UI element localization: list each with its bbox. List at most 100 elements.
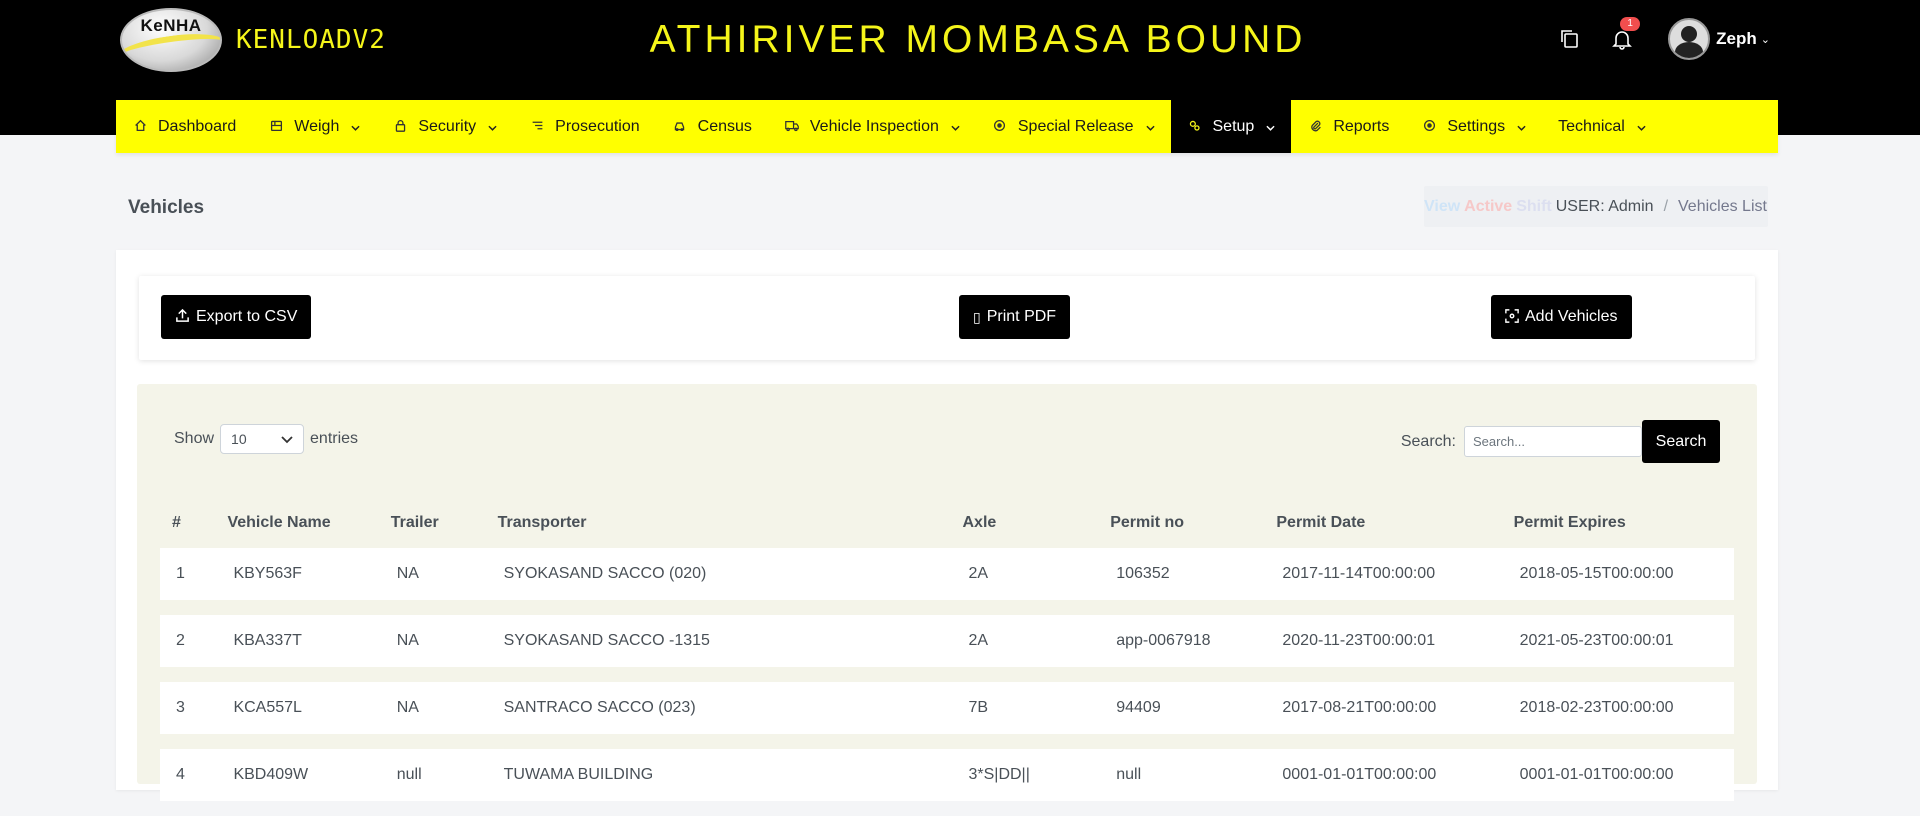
chevron-down-icon — [281, 431, 293, 447]
column-header[interactable]: Vehicle Name — [215, 513, 378, 533]
search-input[interactable] — [1464, 426, 1642, 457]
pdf-icon: ▯ — [973, 308, 981, 325]
nav-item-label: Technical — [1558, 117, 1625, 135]
car-icon — [672, 119, 688, 135]
table-cell: 3*S|DD|| — [950, 749, 1099, 801]
nav-item-label: Settings — [1447, 117, 1506, 135]
table-cell: NA — [378, 615, 486, 667]
table-cell: 2021-05-23T00:00:01 — [1501, 615, 1734, 667]
nav-item-setup[interactable]: Setup — [1170, 100, 1292, 153]
column-header[interactable]: Permit Expires — [1502, 513, 1734, 533]
show-label: Show — [174, 430, 215, 447]
table-row[interactable]: 3 KCA557L NA SANTRACO SACCO (023) 7B 94409 201… — [160, 682, 1734, 734]
column-header[interactable]: Permit Date — [1264, 513, 1501, 533]
nav-item-vehicle-inspection[interactable]: Vehicle Inspection — [768, 100, 976, 153]
table-cell: KBD409W — [215, 749, 379, 801]
notification-bell-icon[interactable]: 1 — [1602, 17, 1642, 57]
table-row[interactable]: 1 KBY563F NA SYOKASAND SACCO (020) 2A 106352 2… — [160, 548, 1734, 600]
table-cell: TUWAMA BUILDING — [485, 749, 951, 801]
table-cell: 7B — [950, 682, 1099, 734]
table-row[interactable]: 2 KBA337T NA SYOKASAND SACCO -1315 2A app-006… — [160, 615, 1734, 667]
column-header[interactable]: Trailer — [379, 513, 486, 533]
table-cell: 2017-11-14T00:00:00 — [1264, 548, 1502, 600]
entries-label: entries — [310, 430, 359, 447]
list-icon — [529, 119, 545, 135]
nav-item-label: Prosecution — [555, 117, 640, 135]
table-cell: 3 — [160, 682, 216, 734]
table-cell: null — [1098, 749, 1265, 801]
chevron-down-icon — [1145, 120, 1155, 134]
breadcrumb-faded-active[interactable]: Active — [1464, 198, 1512, 216]
chevron-down-icon — [1517, 120, 1526, 134]
lock-icon — [392, 119, 408, 135]
table-cell: 4 — [160, 749, 216, 801]
table-cell: 2018-05-15T00:00:00 — [1501, 548, 1734, 600]
breadcrumb-current: Vehicles List — [1678, 197, 1767, 215]
breadcrumb-faded-view[interactable]: View — [1424, 198, 1460, 216]
notification-badge: 1 — [1620, 17, 1641, 31]
search-control: Search: Search — [1401, 420, 1720, 463]
nav-item-technical[interactable]: Technical — [1542, 100, 1662, 153]
nav-item-prosecution[interactable]: Prosecution — [513, 100, 656, 153]
nav-item-label: Weigh — [294, 117, 340, 135]
nav-item-label: Vehicle Inspection — [809, 117, 939, 135]
chevron-down-icon — [351, 120, 360, 134]
breadcrumb-faded-shift[interactable]: Shift — [1516, 198, 1552, 216]
table-cell: app-0067918 — [1098, 615, 1265, 667]
page-size-control: Show 10 entries — [174, 424, 358, 454]
clipboard-icon[interactable] — [1550, 21, 1590, 57]
table-cell: NA — [378, 682, 486, 734]
upload-icon — [175, 308, 190, 326]
page-size-value: 10 — [231, 431, 247, 447]
table-cell: SYOKASAND SACCO (020) — [485, 548, 951, 600]
column-header[interactable]: Permit no — [1098, 513, 1264, 533]
print-pdf-button[interactable]: ▯ Print PDF — [959, 295, 1071, 339]
home-icon — [132, 119, 148, 135]
nav-item-label: Reports — [1333, 117, 1390, 135]
user-menu[interactable]: Zeph ⌄ — [1668, 18, 1770, 60]
column-header[interactable]: # — [160, 513, 215, 533]
table-row[interactable]: 4 KBD409W null TUWAMA BUILDING 3*S|DD|| null 0… — [160, 749, 1734, 801]
breadcrumb-user[interactable]: USER: Admin — [1556, 198, 1654, 216]
table-cell: SANTRACO SACCO (023) — [485, 682, 951, 734]
add-vehicles-button[interactable]: Add Vehicles — [1491, 295, 1632, 339]
nav-item-label: Security — [418, 117, 477, 135]
scale-icon — [268, 119, 284, 135]
nav-item-weigh[interactable]: Weigh — [252, 100, 376, 153]
export-csv-button[interactable]: Export to CSV — [161, 295, 312, 339]
nav-item-label: Special Release — [1017, 117, 1134, 135]
page-size-select[interactable]: 10 — [220, 424, 305, 454]
table-cell: null — [378, 749, 486, 801]
table-cell: 1 — [160, 548, 216, 600]
table-cell: 2A — [950, 615, 1099, 667]
nav-item-security[interactable]: Security — [376, 100, 513, 153]
scan-add-icon — [1505, 308, 1519, 326]
export-csv-label: Export to CSV — [196, 308, 298, 325]
avatar — [1668, 18, 1711, 60]
search-button[interactable]: Search — [1642, 420, 1720, 463]
table-cell: 2018-02-23T00:00:00 — [1501, 682, 1734, 734]
nav-item-reports[interactable]: Reports — [1291, 100, 1405, 153]
chevron-down-icon — [951, 120, 960, 134]
circle-dot-icon — [1421, 119, 1437, 135]
column-header[interactable]: Axle — [950, 513, 1098, 533]
table-cell: 2020-11-23T00:00:01 — [1264, 615, 1502, 667]
table-cell: 2017-08-21T00:00:00 — [1264, 682, 1502, 734]
chevron-down-icon: ⌄ — [1760, 33, 1770, 46]
header-tools: 1 Zeph ⌄ — [1538, 17, 1770, 60]
username: Zeph — [1716, 29, 1757, 48]
breadcrumb-separator: / — [1663, 197, 1669, 215]
nav-item-dashboard[interactable]: Dashboard — [116, 100, 252, 153]
nav-item-special-release[interactable]: Special Release — [976, 100, 1171, 153]
nav-item-census[interactable]: Census — [656, 100, 768, 153]
paperclip-icon — [1307, 119, 1323, 135]
table-cell: 94409 — [1098, 682, 1265, 734]
table-cell: 0001-01-01T00:00:00 — [1501, 749, 1734, 801]
nav-item-label: Setup — [1212, 117, 1255, 135]
search-label: Search: — [1400, 432, 1456, 450]
table-cell: KCA557L — [215, 682, 379, 734]
nav-item-settings[interactable]: Settings — [1405, 100, 1542, 153]
table-cell: NA — [378, 548, 486, 600]
column-header[interactable]: Transporter — [486, 513, 951, 533]
add-vehicles-label: Add Vehicles — [1525, 308, 1618, 325]
